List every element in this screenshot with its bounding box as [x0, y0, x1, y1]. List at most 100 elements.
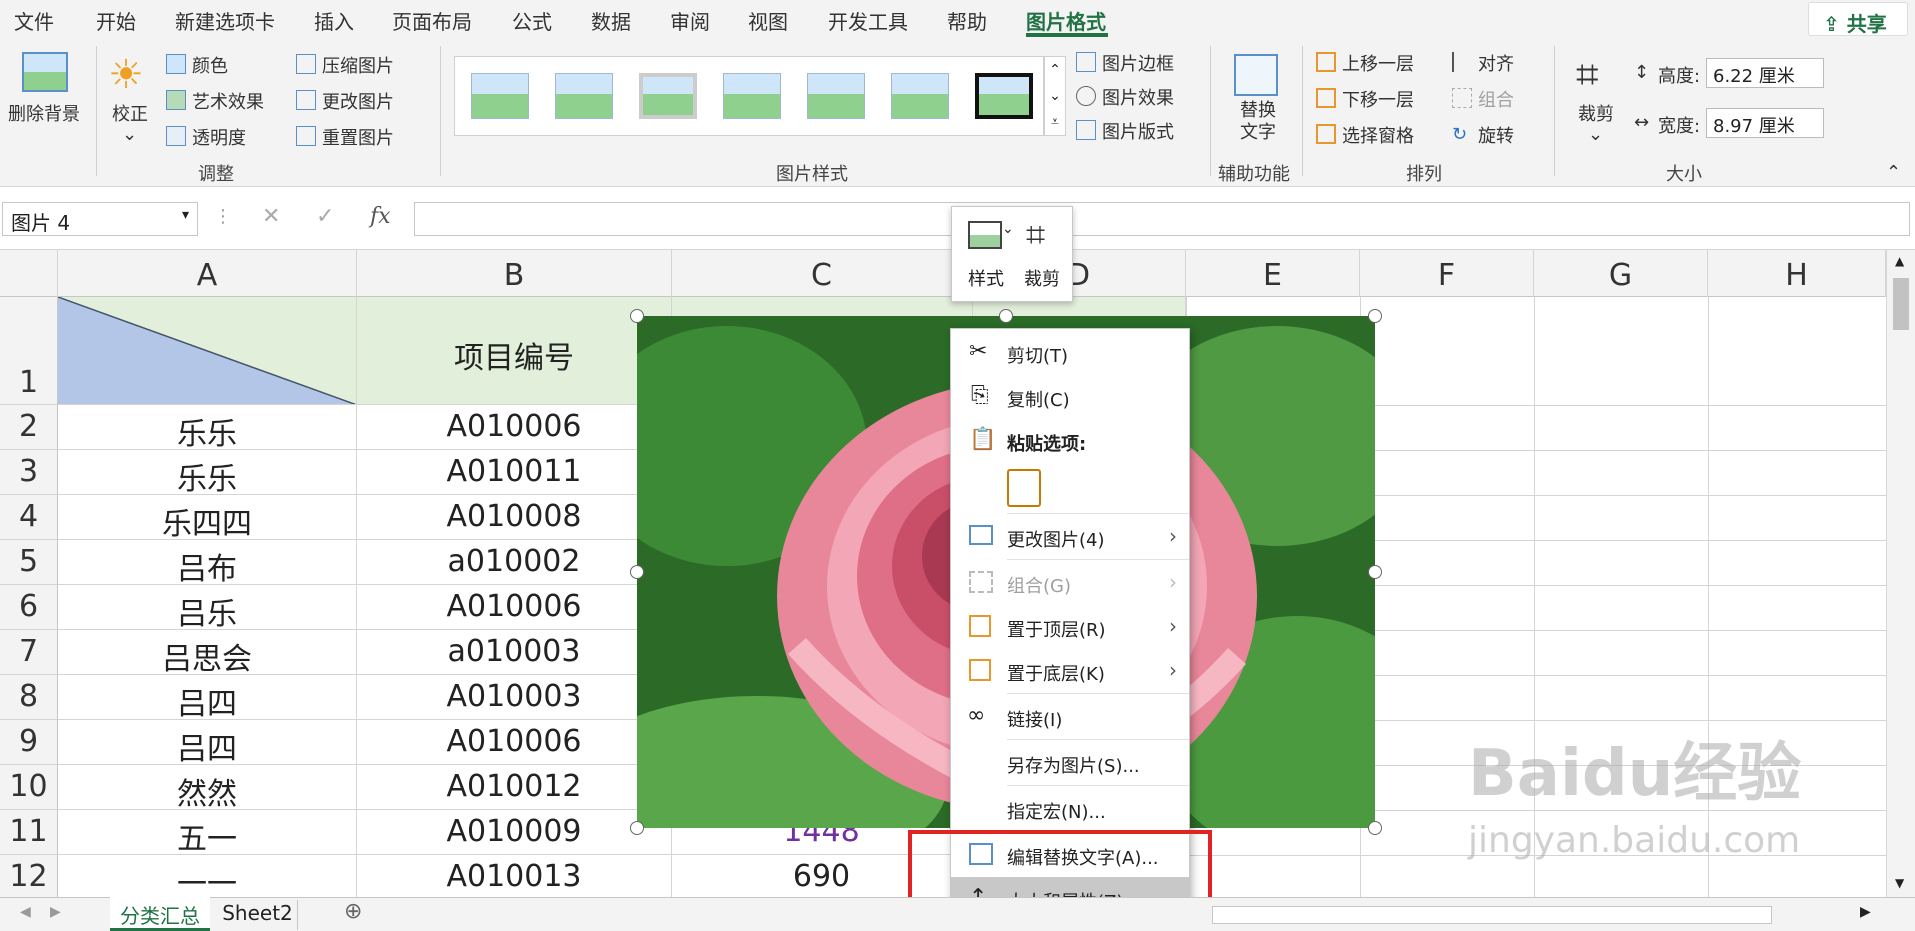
tab-data[interactable]: 数据 — [591, 6, 631, 35]
table-cell[interactable]: 吕思会 — [58, 630, 357, 675]
menu-item-group[interactable]: 组合(G) › — [951, 561, 1189, 605]
menu-item-change-picture[interactable]: 更改图片(4) › — [951, 515, 1189, 559]
table-cell[interactable]: 吕四 — [58, 720, 357, 765]
table-cell[interactable]: 吕布 — [58, 540, 357, 585]
resize-handle[interactable] — [630, 821, 644, 835]
picture-border-button[interactable]: 图片边框 — [1102, 50, 1174, 76]
tab-file[interactable]: 文件 — [14, 6, 54, 35]
column-header[interactable]: B — [357, 250, 672, 297]
menu-item-bring-to-front[interactable]: 置于顶层(R) › — [951, 605, 1189, 649]
scroll-up-icon[interactable]: ▲ — [1895, 254, 1904, 268]
insert-function-icon[interactable]: fx — [370, 204, 391, 229]
row-header[interactable]: 2 — [0, 405, 58, 450]
artistic-effects-button[interactable]: 艺术效果 — [192, 88, 264, 114]
row-header[interactable]: 10 — [0, 765, 58, 810]
menu-item-assign-macro[interactable]: 指定宏(N)... — [951, 787, 1189, 831]
resize-handle[interactable] — [1368, 309, 1382, 323]
row-header[interactable]: 11 — [0, 810, 58, 855]
header-cell[interactable]: 项目编号 — [357, 297, 672, 405]
row-header[interactable]: 5 — [0, 540, 58, 585]
table-cell[interactable]: A010011 — [357, 450, 672, 495]
style-thumbnail[interactable] — [975, 73, 1033, 119]
column-header[interactable]: G — [1534, 250, 1708, 297]
picture-layout-button[interactable]: 图片版式 — [1102, 118, 1174, 144]
crop-button[interactable]: 裁剪 — [1024, 265, 1060, 291]
share-button[interactable]: ⇪ 共享 — [1808, 2, 1908, 36]
menu-item-send-to-back[interactable]: 置于底层(K) › — [951, 649, 1189, 693]
table-cell[interactable]: 乐四四 — [58, 495, 357, 540]
width-input[interactable]: 8.97 厘米 — [1706, 108, 1824, 138]
header-cell-diagonal[interactable] — [58, 297, 357, 405]
resize-handle[interactable] — [630, 565, 644, 579]
style-button[interactable]: 样式 — [968, 265, 1004, 291]
alt-text-button[interactable]: 替换文字 — [1238, 100, 1278, 144]
scroll-thumb[interactable] — [1893, 278, 1909, 330]
row-header[interactable]: 3 — [0, 450, 58, 495]
table-cell[interactable]: A010006 — [357, 585, 672, 630]
table-cell[interactable]: a010002 — [357, 540, 672, 585]
row-header[interactable]: 4 — [0, 495, 58, 540]
menu-item-copy[interactable]: ⎘ 复制(C) — [951, 375, 1189, 419]
vertical-scrollbar[interactable]: ▲ ▼ — [1886, 250, 1915, 897]
row-header[interactable]: 7 — [0, 630, 58, 675]
group-button[interactable]: 组合 — [1478, 86, 1514, 112]
column-header[interactable]: F — [1360, 250, 1534, 297]
tab-picture-format[interactable]: 图片格式 — [1026, 6, 1106, 35]
bring-forward-button[interactable]: 上移一层 — [1342, 50, 1414, 76]
tab-view[interactable]: 视图 — [748, 6, 788, 35]
style-thumbnail[interactable] — [639, 73, 697, 119]
name-box[interactable]: 图片 4 ▾ — [2, 202, 198, 236]
column-header[interactable]: A — [58, 250, 357, 297]
transparency-button[interactable]: 透明度 — [192, 124, 246, 150]
color-button[interactable]: 颜色 — [192, 52, 228, 78]
tab-page-layout[interactable]: 页面布局 — [392, 6, 472, 35]
select-all-corner[interactable] — [0, 250, 58, 297]
style-thumbnail[interactable] — [807, 73, 865, 119]
paste-picture-icon[interactable] — [1007, 469, 1041, 507]
compress-pictures-button[interactable]: 压缩图片 — [322, 52, 394, 78]
table-cell[interactable]: a010003 — [357, 630, 672, 675]
table-cell[interactable]: A010009 — [357, 810, 672, 855]
menu-item-cut[interactable]: ✂ 剪切(T) — [951, 331, 1189, 375]
table-cell[interactable]: 乐乐 — [58, 405, 357, 450]
formula-input[interactable] — [414, 202, 1910, 236]
resize-handle[interactable] — [630, 309, 644, 323]
picture-effects-button[interactable]: 图片效果 — [1102, 84, 1174, 110]
prev-sheet-icon[interactable]: ◀ — [20, 904, 31, 920]
tab-home[interactable]: 开始 — [96, 6, 136, 35]
resize-handle[interactable] — [1368, 821, 1382, 835]
selection-pane-button[interactable]: 选择窗格 — [1342, 122, 1414, 148]
gallery-scroll[interactable]: ⌃ ⌄ ⩡ — [1044, 56, 1066, 136]
scroll-right-icon[interactable]: ▶ — [1860, 904, 1871, 920]
sheet-tab[interactable]: Sheet2 — [218, 900, 298, 930]
table-cell[interactable]: 吕乐 — [58, 585, 357, 630]
row-header[interactable]: 9 — [0, 720, 58, 765]
column-header[interactable]: C — [672, 250, 972, 297]
table-cell[interactable]: 一一 — [58, 855, 357, 900]
add-sheet-icon[interactable]: ⊕ — [344, 899, 362, 924]
column-header[interactable]: H — [1708, 250, 1886, 297]
table-cell[interactable]: 吕四 — [58, 675, 357, 720]
resize-handle[interactable] — [1368, 565, 1382, 579]
style-icon[interactable] — [968, 221, 1002, 249]
style-thumbnail[interactable] — [891, 73, 949, 119]
table-cell[interactable]: 然然 — [58, 765, 357, 810]
table-cell[interactable]: A010008 — [357, 495, 672, 540]
table-cell[interactable]: A010012 — [357, 765, 672, 810]
change-picture-button[interactable]: 更改图片 — [322, 88, 394, 114]
menu-item-save-as-picture[interactable]: 另存为图片(S)... — [951, 741, 1189, 785]
rotate-button[interactable]: 旋转 — [1478, 122, 1514, 148]
correct-button[interactable]: 校正 — [112, 100, 148, 126]
style-thumbnail[interactable] — [723, 73, 781, 119]
column-header[interactable]: E — [1186, 250, 1360, 297]
row-header[interactable]: 8 — [0, 675, 58, 720]
table-cell[interactable]: A010006 — [357, 405, 672, 450]
style-thumbnail[interactable] — [471, 73, 529, 119]
resize-handle[interactable] — [999, 309, 1013, 323]
table-cell[interactable]: A010013 — [357, 855, 672, 900]
tab-formulas[interactable]: 公式 — [512, 6, 552, 35]
height-input[interactable]: 6.22 厘米 — [1706, 58, 1824, 88]
table-cell[interactable]: 乐乐 — [58, 450, 357, 495]
table-cell[interactable]: A010006 — [357, 720, 672, 765]
sheet-tab-active[interactable]: 分类汇总 — [110, 897, 210, 931]
